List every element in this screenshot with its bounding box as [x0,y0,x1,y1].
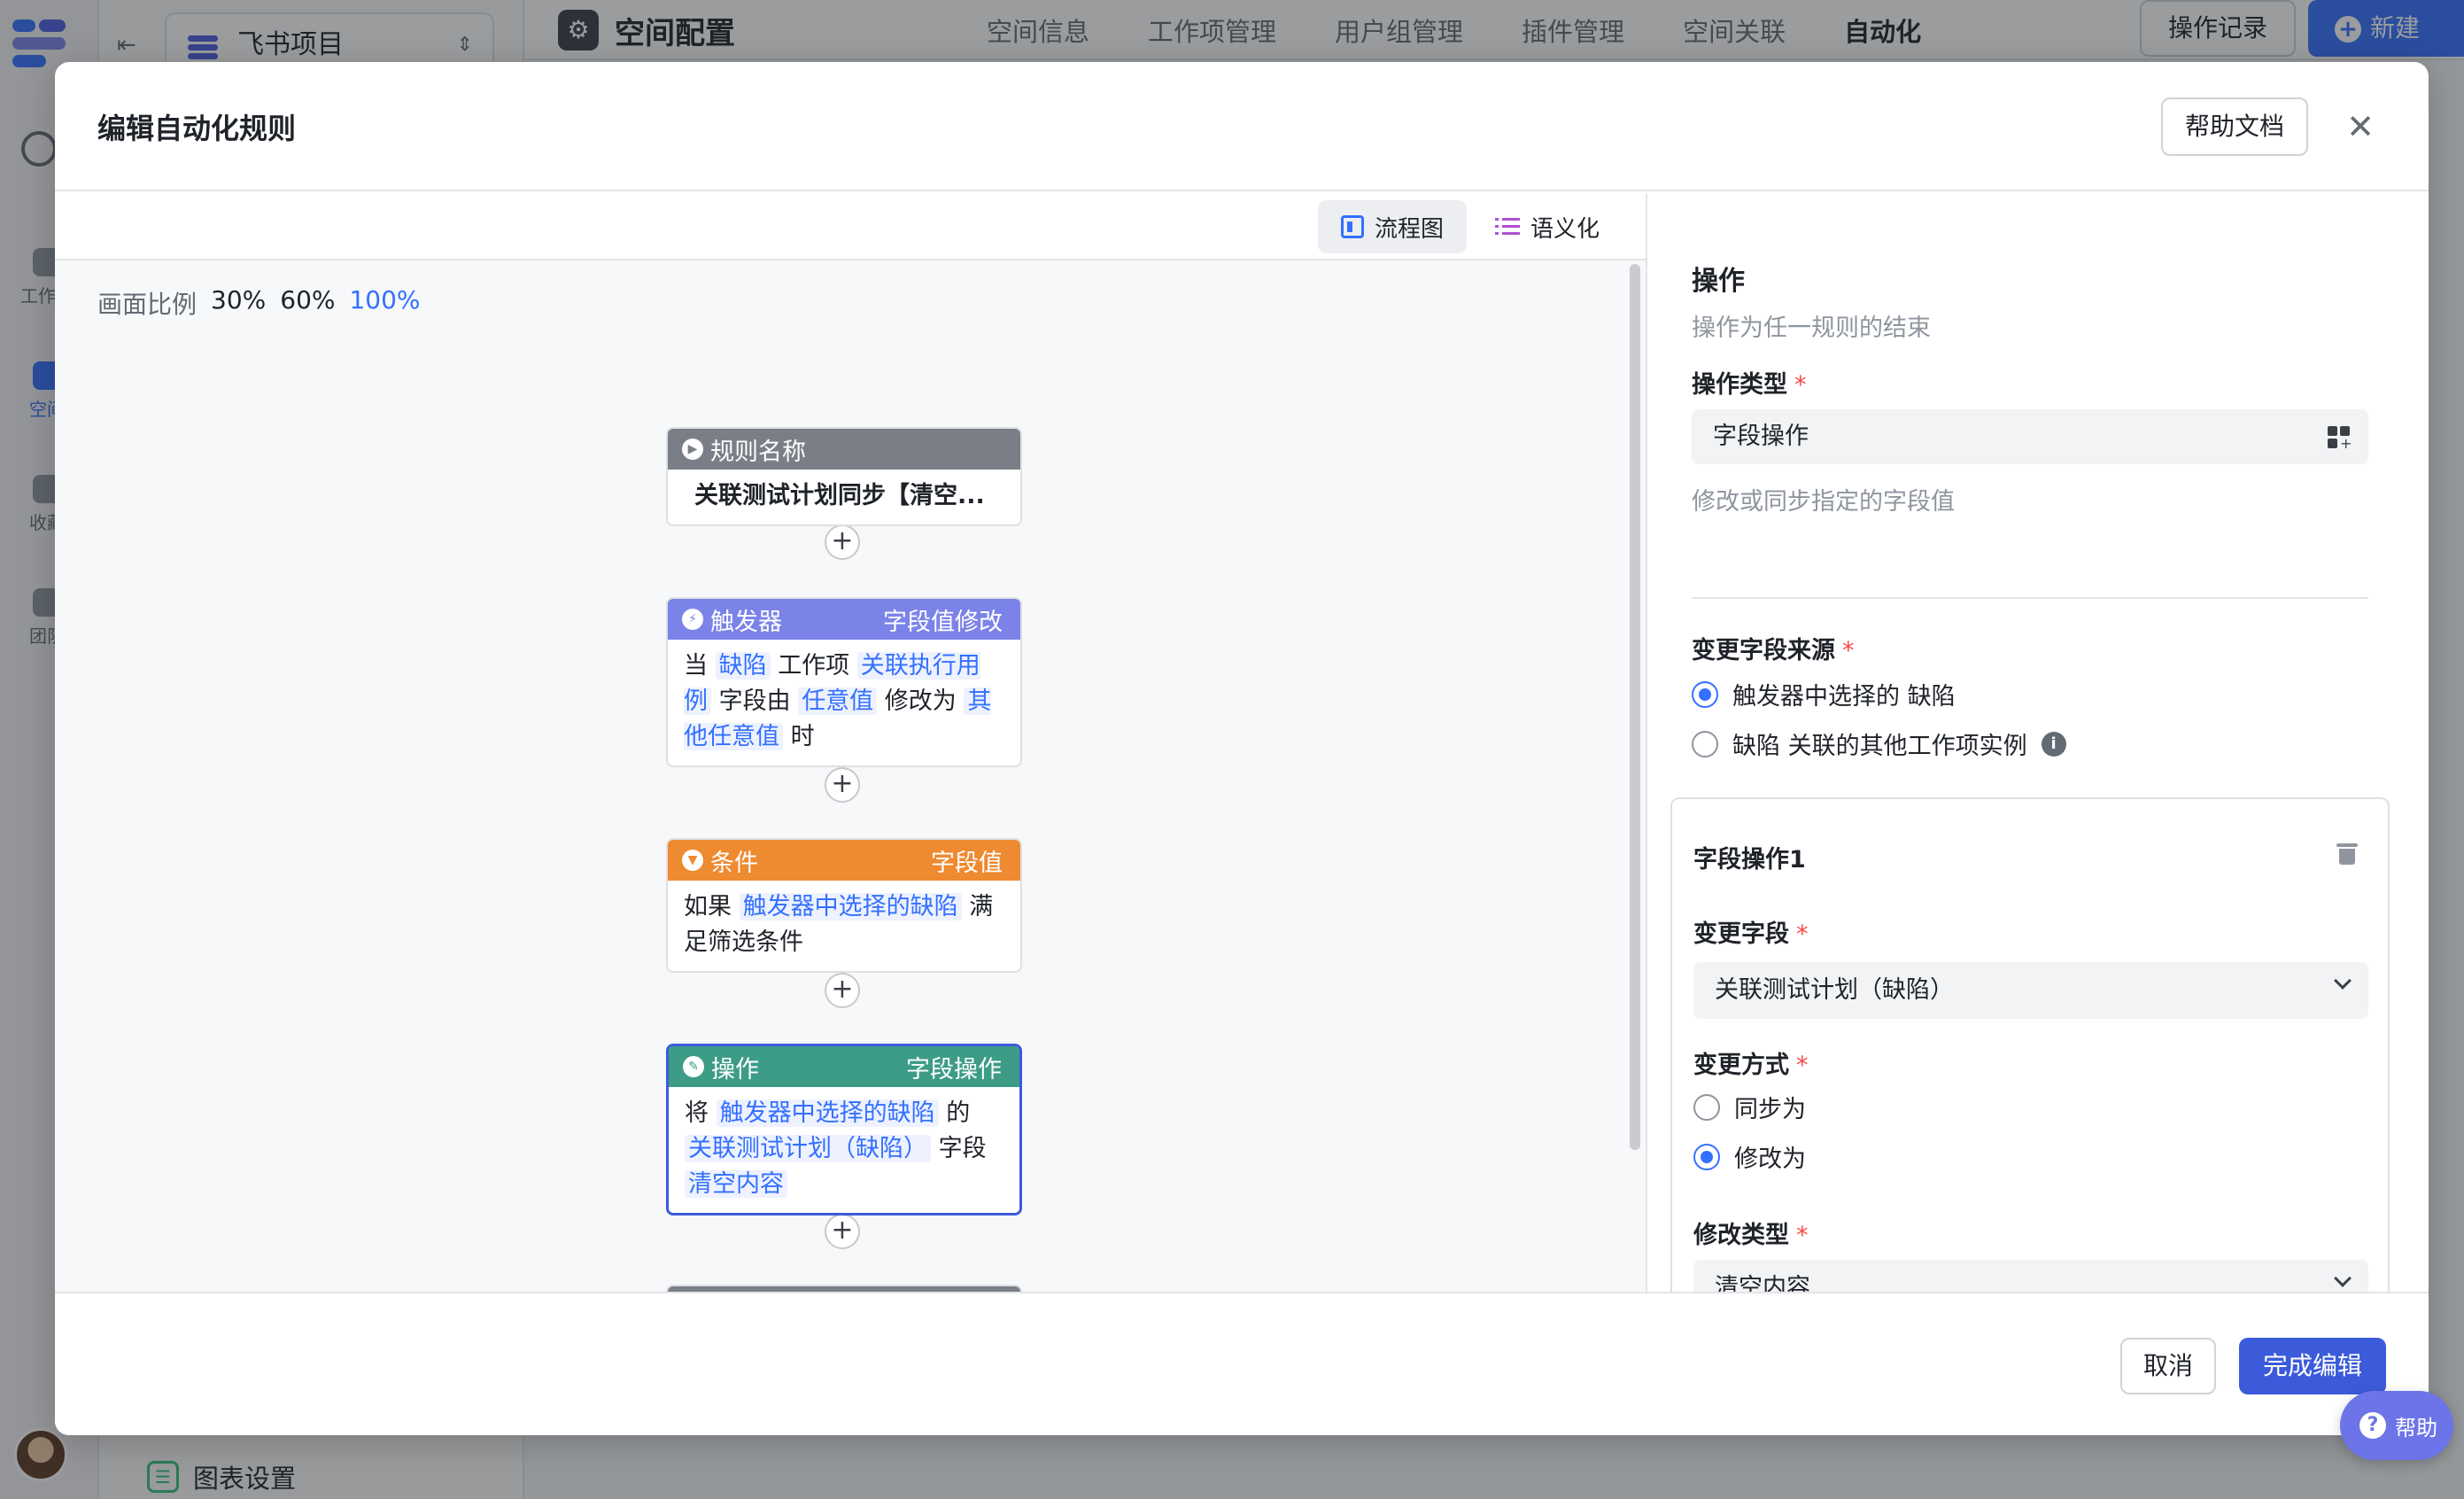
chevron-down-icon [2334,1270,2352,1287]
wrench-icon: ✎ [683,1056,704,1077]
radio-checked[interactable] [1693,1143,1720,1170]
method-label: 变更方式 * [1693,1052,1809,1079]
node-trigger[interactable]: ⚡ 触发器 字段值修改 当 缺陷 工作项 关联执行用例 字段由 任意值 修改为 其… [666,597,1022,767]
filter-icon: ▼ [682,850,703,871]
divider [1692,597,2368,599]
zoom-label: 画面比例 [97,290,198,319]
canvas-scrollbar[interactable] [1630,264,1640,1150]
source-option-trigger[interactable]: 触发器中选择的 缺陷 [1692,677,1956,711]
radio-unchecked[interactable] [1692,730,1718,757]
grid-add-icon: + [2328,426,2352,451]
zoom-scale: 画面比例 30% 60% 100% [97,285,421,321]
modify-type-select[interactable]: 清空内容 [1693,1260,2368,1292]
node-rule-name[interactable]: ▶ 规则名称 关联测试计划同步【清空... [666,427,1022,526]
done-button[interactable]: 完成编辑 [2239,1338,2386,1394]
config-panel: 操作 操作为任一规则的结束 操作类型 * 字段操作 + 修改或同步指定的字段值 变… [1649,193,2429,1292]
play-icon: ▶ [682,439,703,460]
node-badge: 字段值修改 [883,608,1003,636]
modify-type-label: 修改类型 * [1693,1222,1809,1249]
help-float-button[interactable]: ? 帮助 [2340,1391,2453,1460]
flowchart-icon [1341,215,1364,238]
lightning-icon: ⚡ [682,609,703,630]
source-label: 变更字段来源 * [1692,637,1855,664]
tab-flowchart[interactable]: 流程图 [1318,200,1468,253]
add-step-button[interactable]: + [825,1214,860,1249]
node-end[interactable]: ■结束 [666,1285,1022,1292]
node-action[interactable]: ✎ 操作 字段操作 将 触发器中选择的缺陷 的 关联测试计划（缺陷） 字段 清空内… [666,1044,1022,1216]
view-tabs: 流程图 语义化 [55,193,1646,260]
field-operation-card: 字段操作1 变更字段 * 关联测试计划（缺陷） 变更方式 * 同步为 修改为 修改类… [1670,797,2390,1292]
info-icon[interactable]: i [2041,731,2066,757]
add-step-button[interactable]: + [825,973,860,1008]
node-header: ▶ 规则名称 [668,429,1020,470]
zoom-100[interactable]: 100% [349,285,420,321]
op-type-label: 操作类型 * [1692,371,1807,399]
flow-canvas: 流程图 语义化 画面比例 30% 60% 100% + + + + ▶ 规则名称… [55,193,1647,1292]
method-option-sync[interactable]: 同步为 [1693,1090,1806,1124]
panel-title: 操作 [1692,266,1745,297]
radio-checked[interactable] [1692,680,1718,708]
edit-automation-modal: 编辑自动化规则 帮助文档 ✕ 流程图 语义化 画面比例 30% 60% 100%… [55,62,2429,1435]
node-header: ▼ 条件 字段值 [668,840,1020,881]
node-body: 如果 触发器中选择的缺陷 满足筛选条件 [684,893,994,956]
add-step-button[interactable]: + [825,767,860,803]
trash-icon[interactable] [2336,842,2358,865]
node-header: ✎ 操作 字段操作 [669,1046,1019,1087]
tab-semantic[interactable]: 语义化 [1472,200,1623,253]
node-body: 将 触发器中选择的缺陷 的 关联测试计划（缺陷） 字段 清空内容 [685,1099,987,1198]
field-label: 变更字段 * [1693,920,1809,948]
modal-title: 编辑自动化规则 [97,112,297,145]
modal-header: 编辑自动化规则 帮助文档 ✕ [55,62,2429,191]
op-type-select[interactable]: 字段操作 + [1692,409,2368,464]
node-body: 当 缺陷 工作项 关联执行用例 字段由 任意值 修改为 其他任意值 时 [684,652,992,750]
radio-unchecked[interactable] [1693,1093,1720,1121]
source-option-related[interactable]: 缺陷 关联的其他工作项实例 i [1692,726,2066,761]
zoom-60[interactable]: 60% [280,285,335,321]
close-icon[interactable]: ✕ [2338,105,2383,149]
question-icon: ? [2359,1412,2386,1439]
help-doc-button[interactable]: 帮助文档 [2161,97,2308,156]
op-type-hint: 修改或同步指定的字段值 [1692,488,1955,516]
cancel-button[interactable]: 取消 [2120,1338,2216,1394]
list-icon [1495,217,1520,237]
chevron-down-icon [2334,972,2352,990]
node-badge: 字段值 [931,849,1003,877]
card-title: 字段操作1 [1693,846,1806,874]
panel-description: 操作为任一规则的结束 [1692,315,1931,342]
zoom-30[interactable]: 30% [211,285,266,321]
node-body: 关联测试计划同步【清空... [694,482,985,509]
add-step-button[interactable]: + [825,524,860,560]
method-option-modify[interactable]: 修改为 [1693,1139,1806,1174]
modal-footer: 取消 完成编辑 [55,1292,2429,1435]
field-select[interactable]: 关联测试计划（缺陷） [1693,962,2368,1019]
node-condition[interactable]: ▼ 条件 字段值 如果 触发器中选择的缺陷 满足筛选条件 [666,838,1022,973]
node-header: ⚡ 触发器 字段值修改 [668,599,1020,640]
node-badge: 字段操作 [906,1055,1002,1083]
